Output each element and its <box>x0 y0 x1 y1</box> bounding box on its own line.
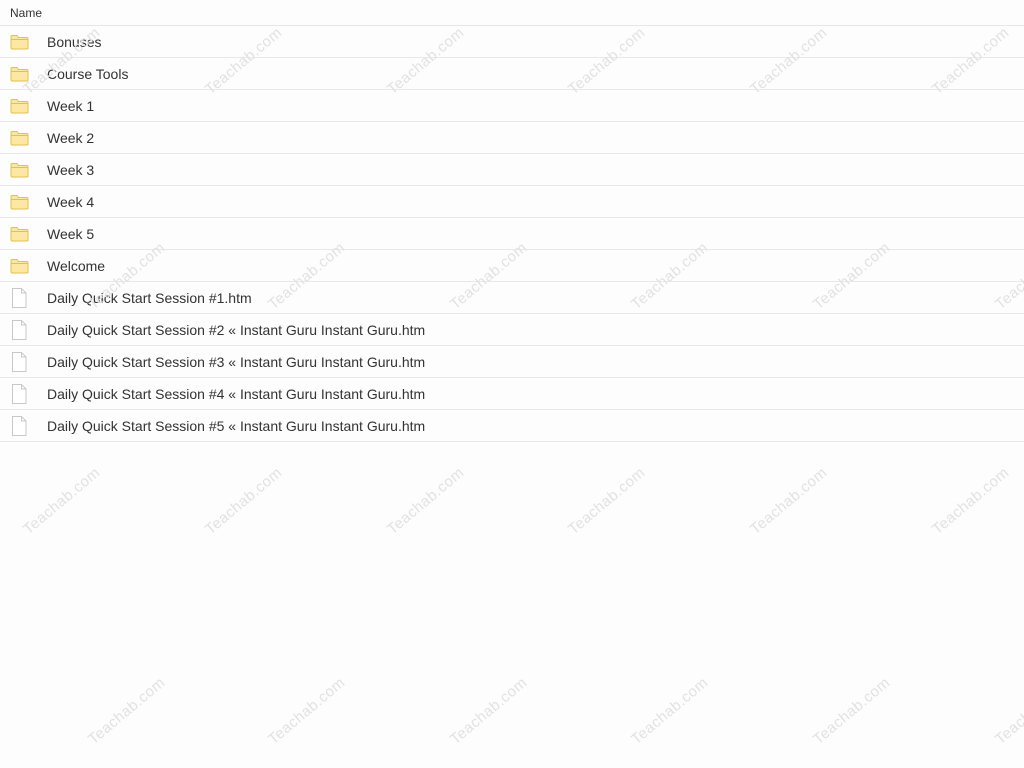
list-item-session-3[interactable]: Daily Quick Start Session #3 « Instant G… <box>0 346 1024 378</box>
item-label: Week 4 <box>47 193 95 210</box>
folder-icon <box>9 128 29 148</box>
list-item-course-tools[interactable]: Course Tools <box>0 58 1024 90</box>
item-label: Daily Quick Start Session #1.htm <box>47 289 252 306</box>
file-icon <box>9 287 29 308</box>
list-item-week-4[interactable]: Week 4 <box>0 186 1024 218</box>
item-label: Daily Quick Start Session #5 « Instant G… <box>47 417 426 434</box>
list-item-session-4[interactable]: Daily Quick Start Session #4 « Instant G… <box>0 378 1024 410</box>
watermark-text: Teachab.com <box>265 674 349 749</box>
item-label: Week 1 <box>47 97 95 114</box>
watermark-text: Teachab.com <box>20 464 104 539</box>
folder-icon <box>9 256 29 276</box>
item-label: Week 2 <box>47 129 95 146</box>
list-item-bonuses[interactable]: Bonuses <box>0 26 1024 58</box>
list-item-session-1[interactable]: Daily Quick Start Session #1.htm <box>0 282 1024 314</box>
list-item-welcome[interactable]: Welcome <box>0 250 1024 282</box>
watermark-text: Teachab.com <box>447 674 531 749</box>
list-item-week-2[interactable]: Week 2 <box>0 122 1024 154</box>
watermark-text: Teachab.com <box>85 674 169 749</box>
watermark-text: Teachab.com <box>565 464 649 539</box>
item-label: Daily Quick Start Session #4 « Instant G… <box>47 385 426 402</box>
file-icon <box>9 383 29 404</box>
name-column-header[interactable]: Name <box>10 6 42 20</box>
watermark-text: Teachab.com <box>384 464 468 539</box>
item-label: Course Tools <box>47 65 129 82</box>
item-label: Daily Quick Start Session #2 « Instant G… <box>47 321 426 338</box>
watermark-text: Teachab.com <box>810 674 894 749</box>
watermark-text: Teachab.com <box>202 464 286 539</box>
list-item-session-2[interactable]: Daily Quick Start Session #2 « Instant G… <box>0 314 1024 346</box>
watermark-text: Teachab.com <box>628 674 712 749</box>
watermark-text: Teachab.com <box>929 464 1013 539</box>
item-label: Welcome <box>47 257 106 274</box>
file-icon <box>9 351 29 372</box>
item-label: Bonuses <box>47 33 102 50</box>
file-browser: Name Bonuses Course Tools Week 1 Week 2 … <box>0 0 1024 768</box>
list-item-week-1[interactable]: Week 1 <box>0 90 1024 122</box>
file-icon <box>9 319 29 340</box>
list-item-session-5[interactable]: Daily Quick Start Session #5 « Instant G… <box>0 410 1024 442</box>
watermark-text: Teachab.com <box>747 464 831 539</box>
folder-icon <box>9 224 29 244</box>
file-icon <box>9 415 29 436</box>
watermark-text: Teachab.com <box>992 674 1024 749</box>
column-header: Name <box>0 0 1024 26</box>
folder-icon <box>9 64 29 84</box>
folder-icon <box>9 192 29 212</box>
item-label: Week 5 <box>47 225 95 242</box>
item-label: Week 3 <box>47 161 95 178</box>
folder-icon <box>9 160 29 180</box>
folder-icon <box>9 32 29 52</box>
list-item-week-3[interactable]: Week 3 <box>0 154 1024 186</box>
file-list: Bonuses Course Tools Week 1 Week 2 Week … <box>0 26 1024 442</box>
list-item-week-5[interactable]: Week 5 <box>0 218 1024 250</box>
folder-icon <box>9 96 29 116</box>
item-label: Daily Quick Start Session #3 « Instant G… <box>47 353 426 370</box>
